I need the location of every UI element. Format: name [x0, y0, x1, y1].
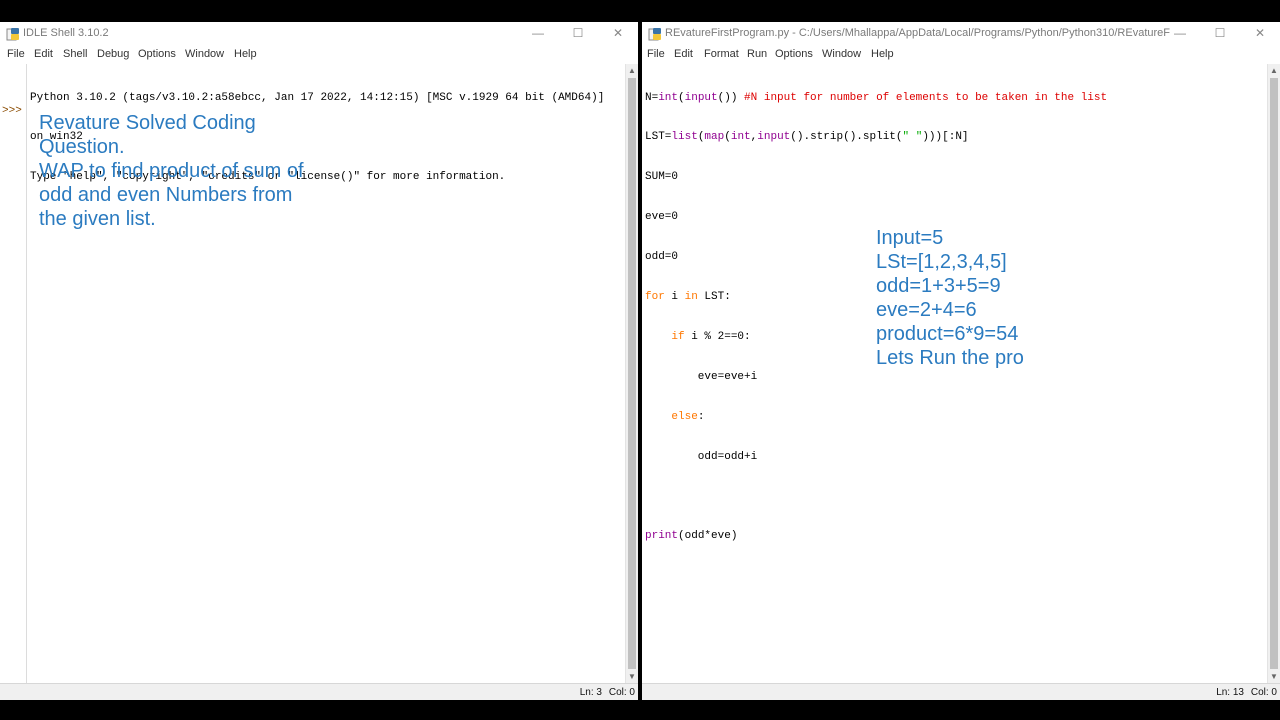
menu-help[interactable]: Help — [871, 48, 894, 60]
menu-window[interactable]: Window — [185, 48, 224, 60]
editor-statusbar: Ln: 13 Col: 0 — [642, 683, 1280, 700]
shell-statusbar: Ln: 3 Col: 0 — [0, 683, 638, 700]
menu-file[interactable]: File — [7, 48, 25, 60]
code-line: LST=list(map(int,input().strip().split("… — [645, 131, 969, 144]
editor-window-title: REvatureFirstProgram.py - C:/Users/Mhall… — [665, 27, 1170, 39]
code-line: odd=odd+i — [645, 450, 758, 463]
shell-vertical-scrollbar[interactable]: ▲ ▼ — [625, 64, 638, 683]
minimize-button[interactable]: — — [518, 22, 558, 45]
scroll-up-icon[interactable]: ▲ — [628, 66, 636, 75]
editor-titlebar: REvatureFirstProgram.py - C:/Users/Mhall… — [642, 22, 1280, 45]
overlay-line: eve=2+4=6 — [876, 299, 977, 321]
python-file-icon — [648, 28, 661, 41]
shell-window-title: IDLE Shell 3.10.2 — [23, 27, 109, 39]
overlay-line: Question. — [39, 136, 125, 158]
shell-prompt: >>> — [2, 105, 22, 117]
scroll-thumb[interactable] — [1270, 78, 1278, 669]
line-number: Ln: 3 — [579, 687, 602, 698]
shell-menubar: File Edit Shell Debug Options Window Hel… — [0, 45, 638, 64]
overlay-line: Revature Solved Coding — [39, 112, 256, 134]
editor-overlay-annotation: Input=5 LSt=[1,2,3,4,5] odd=1+3+5=9 eve=… — [876, 226, 1024, 370]
close-button[interactable]: ✕ — [1240, 22, 1280, 45]
menu-shell[interactable]: Shell — [63, 48, 87, 60]
code-line: else: — [671, 410, 705, 423]
overlay-line: Input=5 — [876, 227, 944, 249]
overlay-line: the given list. — [39, 208, 156, 230]
code-line: print(odd*eve) — [645, 530, 738, 543]
menu-options[interactable]: Options — [775, 48, 813, 60]
menu-debug[interactable]: Debug — [97, 48, 129, 60]
shell-titlebar: IDLE Shell 3.10.2 — ☐ ✕ — [0, 22, 638, 45]
menu-format[interactable]: Format — [704, 48, 739, 60]
maximize-button[interactable]: ☐ — [558, 22, 598, 45]
scroll-thumb[interactable] — [628, 78, 636, 669]
python-idle-icon — [6, 28, 19, 41]
menu-window[interactable]: Window — [822, 48, 861, 60]
shell-sidebar: >>> — [0, 64, 27, 683]
overlay-line: odd and even Numbers from — [39, 184, 293, 206]
scroll-up-icon[interactable]: ▲ — [1270, 66, 1278, 75]
banner-line: Python 3.10.2 (tags/v3.10.2:a58ebcc, Jan… — [30, 91, 605, 104]
overlay-line: odd=1+3+5=9 — [876, 275, 1001, 297]
scroll-down-icon[interactable]: ▼ — [1270, 672, 1278, 681]
maximize-button[interactable]: ☐ — [1200, 22, 1240, 45]
column-number: Col: 0 — [1250, 687, 1277, 698]
editor-vertical-scrollbar[interactable]: ▲ ▼ — [1267, 64, 1280, 683]
code-line: eve=0 — [645, 211, 679, 224]
scroll-down-icon[interactable]: ▼ — [628, 672, 636, 681]
idle-shell-window: IDLE Shell 3.10.2 — ☐ ✕ File Edit Shell … — [0, 22, 638, 700]
menu-help[interactable]: Help — [234, 48, 257, 60]
menu-edit[interactable]: Edit — [674, 48, 693, 60]
code-line: ​ — [645, 491, 1107, 504]
code-line: eve=eve+i — [645, 370, 758, 383]
line-number: Ln: 13 — [1216, 687, 1244, 698]
minimize-button[interactable]: — — [1160, 22, 1200, 45]
overlay-line: WAP to find product of sum of — [39, 160, 304, 182]
shell-overlay-annotation: Revature Solved Coding Question. WAP to … — [39, 111, 304, 231]
code-line: SUM=0 — [645, 171, 679, 184]
menu-edit[interactable]: Edit — [34, 48, 53, 60]
editor-menubar: File Edit Format Run Options Window Help — [642, 45, 1280, 64]
close-button[interactable]: ✕ — [598, 22, 638, 45]
overlay-line: product=6*9=54 — [876, 323, 1019, 345]
menu-run[interactable]: Run — [747, 48, 767, 60]
column-number: Col: 0 — [608, 687, 635, 698]
editor-window: REvatureFirstProgram.py - C:/Users/Mhall… — [642, 22, 1280, 700]
overlay-line: LSt=[1,2,3,4,5] — [876, 251, 1007, 273]
menu-options[interactable]: Options — [138, 48, 176, 60]
menu-file[interactable]: File — [647, 48, 665, 60]
overlay-line: Lets Run the pro — [876, 347, 1024, 369]
code-line: N=int(input()) #N input for number of el… — [645, 91, 1108, 104]
